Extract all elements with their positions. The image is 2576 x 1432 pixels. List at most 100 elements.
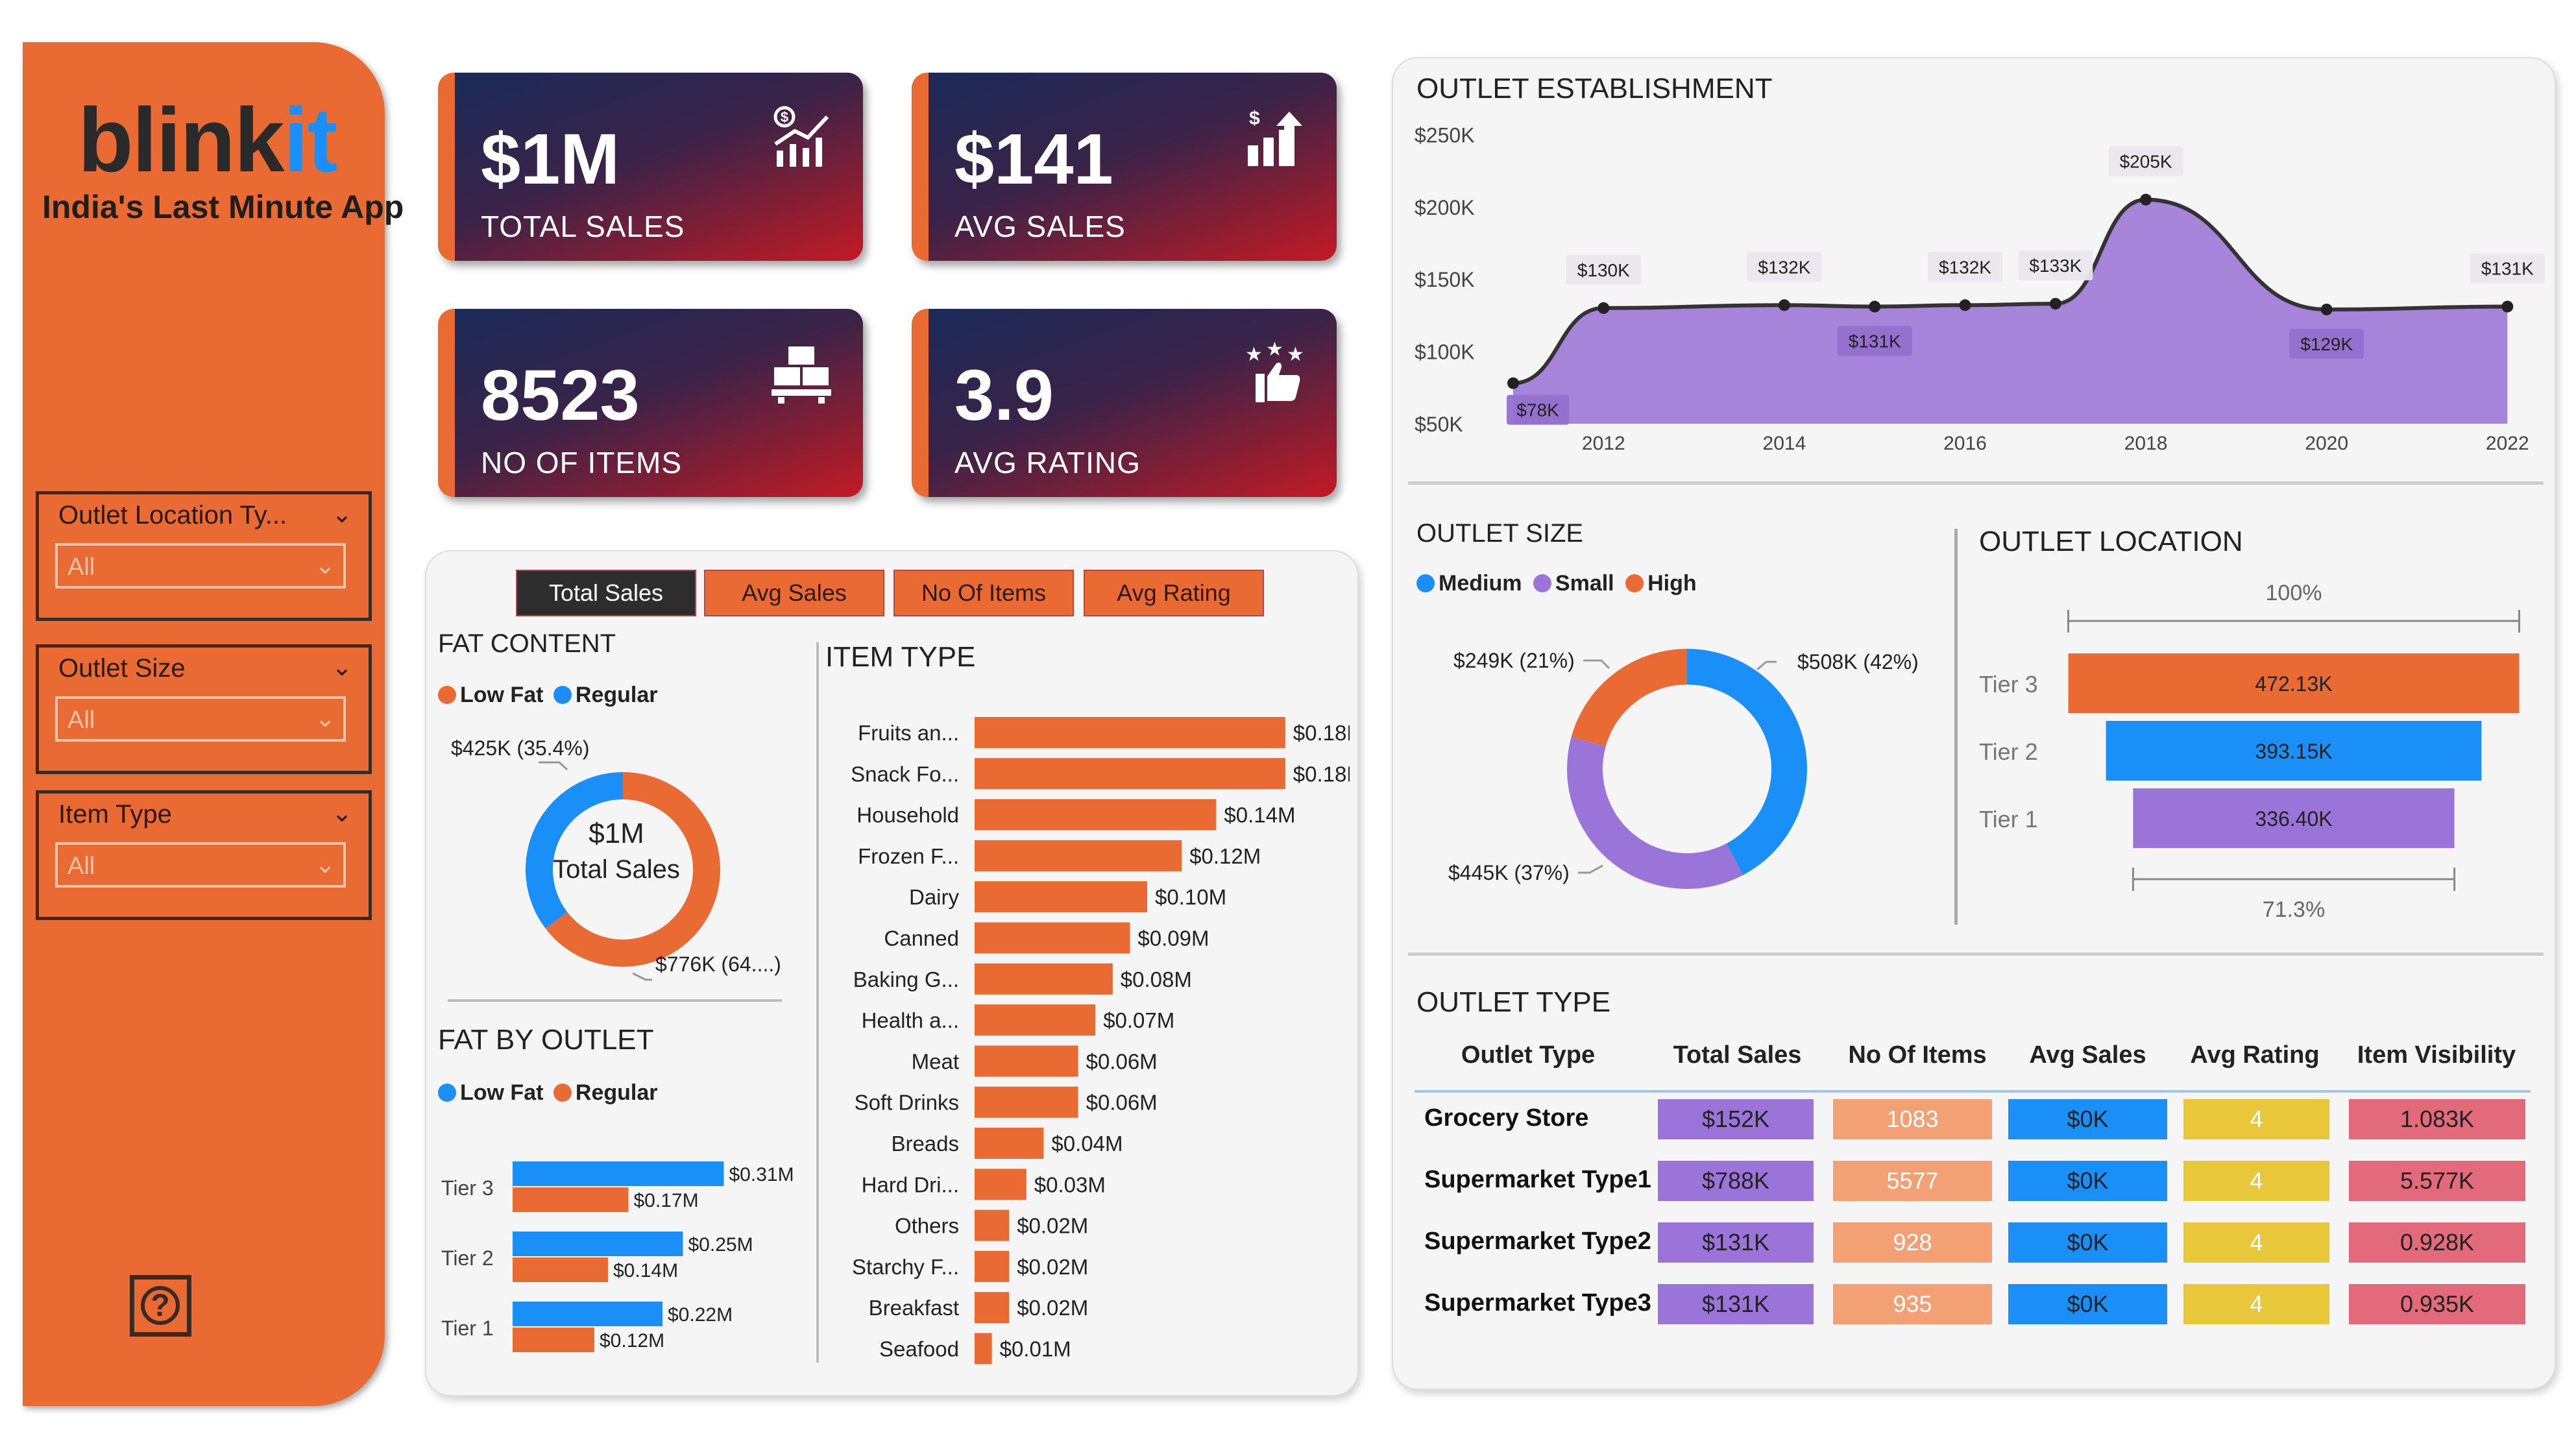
item-type-bar[interactable] [975,922,1130,954]
chevron-down-icon[interactable]: ⌄ [332,653,352,682]
tier-axis-label: Tier 1 [441,1317,494,1340]
establishment-data-label: $132K [1939,257,1991,277]
table-cell: $152K [1658,1099,1814,1139]
outlet-size-small-label: $445K (37%) [1448,861,1570,884]
item-type-axis-label: Snack Fo... [851,762,959,786]
item-type-axis-label: Frozen F... [858,844,959,868]
table-cell: $0K [2008,1161,2167,1201]
bar-data-label: $0.04M [1051,1132,1123,1156]
bar-data-label: $0.03M [1034,1172,1106,1196]
col-header-total-sales[interactable]: Total Sales [1658,1041,1817,1069]
establishment-point[interactable] [1869,300,1881,313]
x-axis-tick: 2020 [2305,433,2348,454]
outlet-size-high-label: $249K (21%) [1453,649,1575,672]
table-cell: $131K [1658,1222,1814,1263]
establishment-point[interactable] [2320,303,2333,315]
kpi-total-sales: $1M TOTAL SALES $ [438,73,863,261]
item-type-bar[interactable] [975,1292,1010,1324]
establishment-point[interactable] [1507,377,1519,389]
establishment-data-label: $78K [1516,400,1559,420]
item-type-axis-label: Household [857,803,959,827]
outlet-size-leader-lines [1578,659,1777,874]
establishment-point[interactable] [2501,300,2514,313]
fat-outlet-bar-low-fat[interactable] [513,1302,662,1326]
col-header-no-of-items[interactable]: No Of Items [1833,1041,2002,1069]
item-type-bar[interactable] [975,717,1285,748]
table-cell: 928 [1833,1222,1992,1263]
item-type-bar[interactable] [975,881,1147,913]
item-type-bar[interactable] [975,799,1217,831]
item-type-bar[interactable] [975,1004,1096,1036]
tab-avg-rating[interactable]: Avg Rating [1084,570,1264,616]
col-header-outlet-type[interactable]: Outlet Type [1424,1041,1632,1069]
chevron-down-icon[interactable]: ⌄ [332,799,352,828]
item-type-bar[interactable] [975,1169,1027,1200]
bar-data-label: $0.18M [1293,762,1350,786]
item-type-bar[interactable] [975,840,1182,871]
outlet-size-dropdown[interactable]: All ⌄ [55,696,346,742]
sales-chart-icon: $ [773,106,829,167]
x-axis-tick: 2016 [1943,433,1987,454]
item-type-bar[interactable] [975,963,1113,995]
fat-outlet-bar-regular[interactable] [513,1187,629,1212]
fat-outlet-bar-low-fat[interactable] [513,1161,724,1186]
table-cell: 0.928K [2349,1222,2525,1263]
item-type-bar[interactable] [975,1086,1078,1118]
establishment-point[interactable] [1778,299,1790,311]
establishment-area [1513,199,2508,424]
establishment-point[interactable] [2049,298,2061,310]
funnel-tier-label: Tier 1 [1979,806,2038,832]
help-icon: ? [141,1286,180,1325]
y-axis-tick: $150K [1415,268,1475,291]
tab-no-of-items[interactable]: No Of Items [893,570,1074,616]
col-header-item-visibility[interactable]: Item Visibility [2346,1041,2527,1069]
establishment-point[interactable] [1959,299,1971,311]
col-header-avg-sales[interactable]: Avg Sales [2008,1041,2167,1069]
item-type-bar[interactable] [975,1209,1010,1241]
item-type-bar[interactable] [975,758,1285,790]
item-type-axis-label: Starchy F... [852,1255,959,1279]
fat-outlet-bar-regular[interactable] [513,1257,608,1282]
bar-data-label: $0.25M [688,1234,753,1256]
item-type-bar[interactable] [975,1045,1078,1077]
fat-leader-lines [539,761,652,981]
item-type-dropdown[interactable]: All ⌄ [55,842,346,888]
fat-outlet-bar-regular[interactable] [513,1328,594,1352]
slicer-item-type[interactable]: Item Type ⌄ All ⌄ [36,790,372,920]
item-type-axis-label: Others [895,1214,959,1238]
funnel-top-label: 100% [2266,581,2322,605]
brand-tagline: India's Last Minute App [42,189,404,225]
outlet-location-dropdown[interactable]: All ⌄ [55,543,346,589]
outlet-size-medium-label: $508K (42%) [1797,650,1919,674]
tab-total-sales[interactable]: Total Sales [516,570,696,616]
item-type-axis-label: Baking G... [853,967,959,991]
item-type-bar[interactable] [975,1128,1044,1159]
establishment-point[interactable] [2140,193,2152,206]
col-header-avg-rating[interactable]: Avg Rating [2180,1041,2329,1069]
fat-content-title: FAT CONTENT [438,629,616,658]
item-type-bar[interactable] [975,1250,1010,1282]
item-type-bar[interactable] [975,1333,992,1365]
slicer-outlet-location-type[interactable]: Outlet Location Ty... ⌄ All ⌄ [36,491,372,621]
slicer-outlet-size[interactable]: Outlet Size ⌄ All ⌄ [36,644,372,774]
bar-data-label: $0.17M [634,1190,699,1211]
growth-chart-icon: $ [1248,108,1302,166]
chevron-down-icon[interactable]: ⌄ [332,500,352,529]
item-type-axis-label: Hard Dri... [862,1172,959,1196]
establishment-point[interactable] [1598,302,1610,314]
help-button[interactable]: ? [130,1275,191,1337]
table-cell: 4 [2183,1161,2329,1201]
fat-outlet-bar-low-fat[interactable] [513,1232,683,1256]
funnel-data-label: 472.13K [2255,672,2332,696]
outlet-size-title: OUTLET SIZE [1416,519,1584,548]
funnel-data-label: 336.40K [2255,807,2332,831]
fat-content-legend: Low Fat Regular [438,683,657,708]
establishment-data-label: $133K [2029,256,2082,276]
tab-avg-sales[interactable]: Avg Sales [704,570,884,616]
bar-data-label: $0.01M [1000,1337,1071,1361]
funnel-tier-label: Tier 3 [1979,671,2038,698]
svg-text:★: ★ [1245,344,1263,365]
y-axis-tick: $250K [1415,123,1475,147]
svg-text:★: ★ [1266,341,1283,360]
bar-data-label: $0.14M [613,1260,678,1281]
